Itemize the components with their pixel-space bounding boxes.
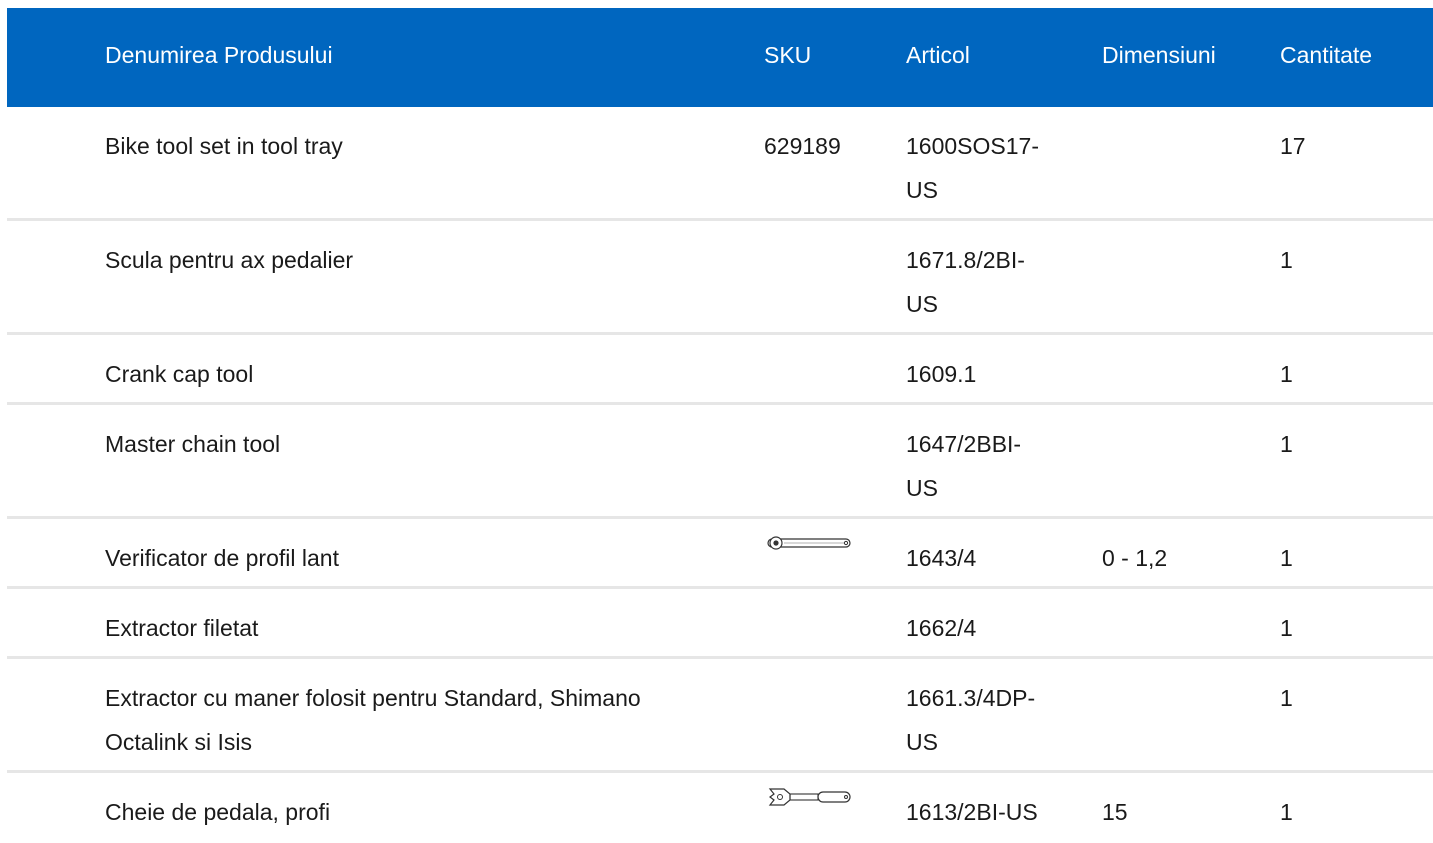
table-header: Denumirea Produsului SKU Articol Dimensi… bbox=[7, 8, 1433, 107]
table-row: Extractor cu maner folosit pentru Standa… bbox=[7, 659, 1433, 773]
product-name: Extractor filetat bbox=[105, 615, 259, 641]
chain-gauge-icon bbox=[767, 536, 851, 550]
column-header-name: Denumirea Produsului bbox=[105, 42, 333, 68]
product-article: 1647/2BBI-US bbox=[906, 431, 1022, 501]
pedal-wrench-icon bbox=[768, 788, 851, 806]
product-name: Master chain tool bbox=[105, 431, 281, 457]
product-quantity: 1 bbox=[1280, 685, 1293, 711]
product-article: 1613/2BI-US bbox=[906, 799, 1038, 825]
article-cell: 1661.3/4DP-US bbox=[906, 676, 1066, 764]
product-article: 1661.3/4DP-US bbox=[906, 685, 1036, 755]
article-cell: 1600SOS17-US bbox=[906, 124, 1066, 212]
product-quantity: 1 bbox=[1280, 545, 1293, 571]
product-article: 1609.1 bbox=[906, 361, 977, 387]
product-quantity: 17 bbox=[1280, 133, 1306, 159]
product-sku: 629189 bbox=[764, 133, 841, 159]
column-header-article: Articol bbox=[906, 42, 970, 68]
product-name: Extractor cu maner folosit pentru Standa… bbox=[105, 685, 641, 755]
column-header-quantity: Cantitate bbox=[1280, 42, 1373, 68]
table-row: Scula pentru ax pedalier 1671.8/2BI-US 1 bbox=[7, 221, 1433, 335]
table-row: Crank cap tool 1609.1 1 bbox=[7, 335, 1433, 405]
table-row: Extractor filetat 1662/4 1 bbox=[7, 589, 1433, 659]
product-quantity: 1 bbox=[1280, 247, 1293, 273]
column-header-dimensions: Dimensiuni bbox=[1102, 42, 1216, 68]
product-name: Cheie de pedala, profi bbox=[105, 799, 331, 825]
column-header-sku: SKU bbox=[764, 42, 812, 68]
article-cell: 1671.8/2BI-US bbox=[906, 238, 1066, 326]
product-table: Denumirea Produsului SKU Articol Dimensi… bbox=[7, 8, 1433, 843]
product-name: Verificator de profil lant bbox=[105, 545, 339, 571]
product-article: 1600SOS17-US bbox=[906, 133, 1039, 203]
product-name: Bike tool set in tool tray bbox=[105, 133, 343, 159]
article-cell: 1647/2BBI-US bbox=[906, 422, 1066, 510]
product-article: 1671.8/2BI-US bbox=[906, 247, 1025, 317]
product-quantity: 1 bbox=[1280, 799, 1293, 825]
product-dimensions: 0 - 1,2 bbox=[1102, 545, 1168, 571]
product-quantity: 1 bbox=[1280, 615, 1293, 641]
table-row: Cheie de pedala, profi 1613/2BI-US 15 1 bbox=[7, 773, 1433, 843]
table-row: Master chain tool 1647/2BBI-US 1 bbox=[7, 405, 1433, 519]
product-article: 1662/4 bbox=[906, 615, 977, 641]
product-article: 1643/4 bbox=[906, 545, 977, 571]
product-dimensions: 15 bbox=[1102, 799, 1128, 825]
product-name: Scula pentru ax pedalier bbox=[105, 247, 354, 273]
product-quantity: 1 bbox=[1280, 431, 1293, 457]
product-name: Crank cap tool bbox=[105, 361, 254, 387]
product-quantity: 1 bbox=[1280, 361, 1293, 387]
table-row: Verificator de profil lant 1643/4 0 - 1,… bbox=[7, 519, 1433, 589]
table-row: Bike tool set in tool tray 629189 1600SO… bbox=[7, 107, 1433, 221]
